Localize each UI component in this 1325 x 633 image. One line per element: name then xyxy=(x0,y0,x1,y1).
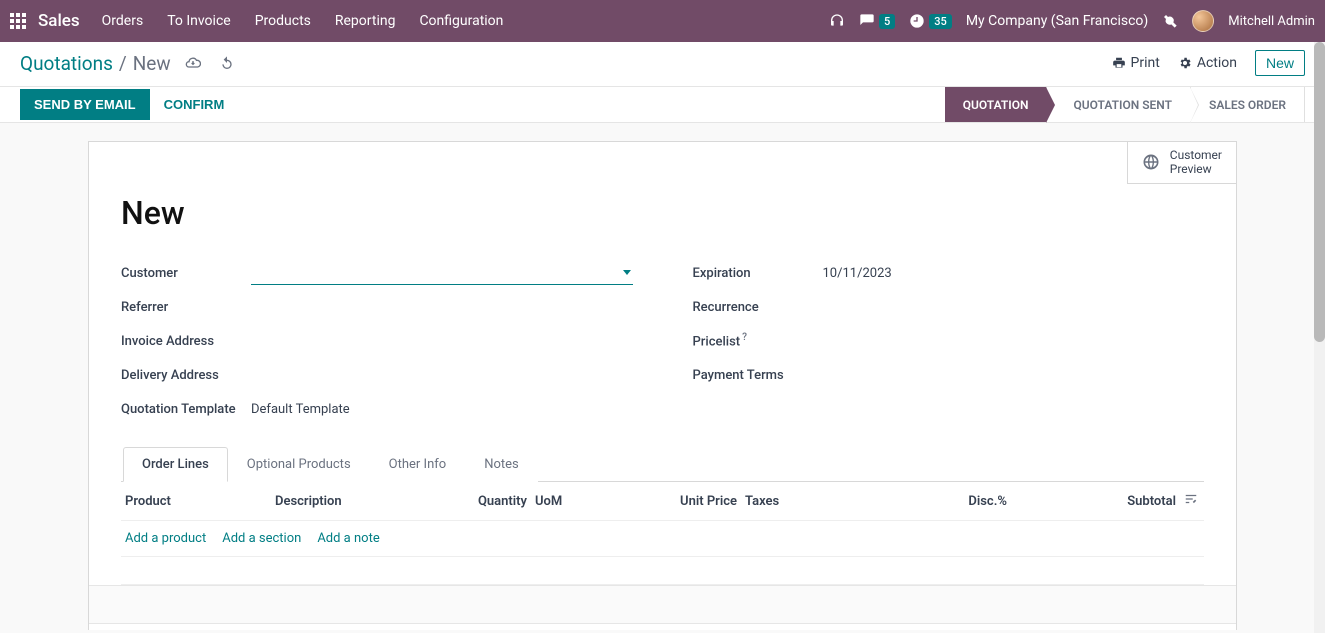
help-icon[interactable]: ? xyxy=(742,332,747,343)
notebook-tabs: Order Lines Optional Products Other Info… xyxy=(121,446,1204,482)
control-panel: Quotations / New Print Action New xyxy=(0,42,1325,87)
order-lines-table: Product Description Quantity UoM Unit Pr… xyxy=(121,482,1204,585)
cloud-save-icon[interactable] xyxy=(185,55,201,71)
stage-sales-order[interactable]: SALES ORDER xyxy=(1191,87,1305,122)
statbox-line2: Preview xyxy=(1170,162,1222,176)
statbox-line1: Customer xyxy=(1170,148,1222,162)
globe-icon xyxy=(1142,153,1160,171)
systray: 5 35 My Company (San Francisco) Mitchell… xyxy=(829,10,1315,32)
print-icon xyxy=(1112,56,1126,70)
menu-products[interactable]: Products xyxy=(255,13,311,29)
menu-orders[interactable]: Orders xyxy=(102,13,144,29)
confirm-button[interactable]: CONFIRM xyxy=(150,89,239,120)
label-pricelist: Pricelist? xyxy=(693,332,823,349)
form-sheet: Customer Preview New Customer Referrer xyxy=(88,141,1237,630)
scrollbar-thumb[interactable] xyxy=(1314,42,1325,342)
main-menu: Orders To Invoice Products Reporting Con… xyxy=(102,13,504,29)
th-description: Description xyxy=(271,482,451,521)
th-subtotal: Subtotal xyxy=(1011,482,1180,521)
th-unit-price: Unit Price xyxy=(621,482,741,521)
menu-reporting[interactable]: Reporting xyxy=(335,13,396,29)
add-section-link[interactable]: Add a section xyxy=(222,531,301,546)
app-brand[interactable]: Sales xyxy=(38,11,80,31)
label-delivery-address: Delivery Address xyxy=(121,368,251,383)
send-by-email-button[interactable]: SEND BY EMAIL xyxy=(20,89,150,120)
th-disc: Disc.% xyxy=(921,482,1011,521)
stage-quotation[interactable]: QUOTATION xyxy=(945,87,1048,122)
expiration-field[interactable]: 10/11/2023 xyxy=(823,266,1205,281)
chat-badge: 5 xyxy=(879,14,895,29)
sheet-footer-stripe xyxy=(89,585,1236,623)
tab-optional-products[interactable]: Optional Products xyxy=(228,447,370,482)
label-quotation-template: Quotation Template xyxy=(121,402,251,417)
menu-to-invoice[interactable]: To Invoice xyxy=(167,13,231,29)
add-note-link[interactable]: Add a note xyxy=(317,531,379,546)
add-product-link[interactable]: Add a product xyxy=(125,531,206,546)
record-title: New xyxy=(121,194,1204,232)
user-name[interactable]: Mitchell Admin xyxy=(1228,14,1315,29)
activity-tray[interactable]: 35 xyxy=(909,13,952,29)
tools-icon[interactable] xyxy=(1162,13,1178,29)
label-expiration: Expiration xyxy=(693,266,823,281)
action-button[interactable]: Action xyxy=(1178,55,1237,71)
status-row: SEND BY EMAIL CONFIRM QUOTATION QUOTATIO… xyxy=(0,87,1325,123)
activity-badge: 35 xyxy=(929,14,952,29)
breadcrumb-current: New xyxy=(133,52,171,75)
label-referrer: Referrer xyxy=(121,300,251,315)
label-invoice-address: Invoice Address xyxy=(121,334,251,349)
company-switcher[interactable]: My Company (San Francisco) xyxy=(966,13,1148,29)
top-nav: Sales Orders To Invoice Products Reporti… xyxy=(0,0,1325,42)
customer-field[interactable] xyxy=(251,261,633,285)
th-taxes: Taxes xyxy=(741,482,921,521)
th-quantity: Quantity xyxy=(451,482,531,521)
th-uom: UoM xyxy=(531,482,621,521)
breadcrumb-root[interactable]: Quotations xyxy=(20,52,113,75)
label-customer: Customer xyxy=(121,266,251,281)
label-recurrence: Recurrence xyxy=(693,300,823,315)
customer-preview-button[interactable]: Customer Preview xyxy=(1127,141,1237,184)
chat-icon xyxy=(859,13,875,29)
stage-quotation-sent[interactable]: QUOTATION SENT xyxy=(1047,87,1191,122)
table-row-add: Add a product Add a section Add a note xyxy=(121,521,1204,557)
support-icon[interactable] xyxy=(829,13,845,29)
tab-order-lines[interactable]: Order Lines xyxy=(123,447,228,482)
totals-area xyxy=(89,623,1236,630)
new-button[interactable]: New xyxy=(1255,50,1305,76)
status-bar: QUOTATION QUOTATION SENT SALES ORDER xyxy=(945,87,1325,122)
table-row-empty xyxy=(121,557,1204,585)
chevron-down-icon xyxy=(623,270,631,275)
tab-other-info[interactable]: Other Info xyxy=(370,447,466,482)
clock-icon xyxy=(909,13,925,29)
messaging-tray[interactable]: 5 xyxy=(859,13,895,29)
columns-settings-icon[interactable] xyxy=(1184,492,1198,506)
label-payment-terms: Payment Terms xyxy=(693,368,823,383)
avatar[interactable] xyxy=(1192,10,1214,32)
menu-configuration[interactable]: Configuration xyxy=(419,13,503,29)
print-button[interactable]: Print xyxy=(1112,55,1160,71)
th-product: Product xyxy=(121,482,271,521)
quotation-template-field[interactable]: Default Template xyxy=(251,402,633,417)
apps-icon[interactable] xyxy=(10,13,26,29)
discard-icon[interactable] xyxy=(219,55,235,71)
gear-icon xyxy=(1178,56,1192,70)
tab-notes[interactable]: Notes xyxy=(465,447,538,482)
form-viewport: Customer Preview New Customer Referrer xyxy=(0,123,1325,630)
